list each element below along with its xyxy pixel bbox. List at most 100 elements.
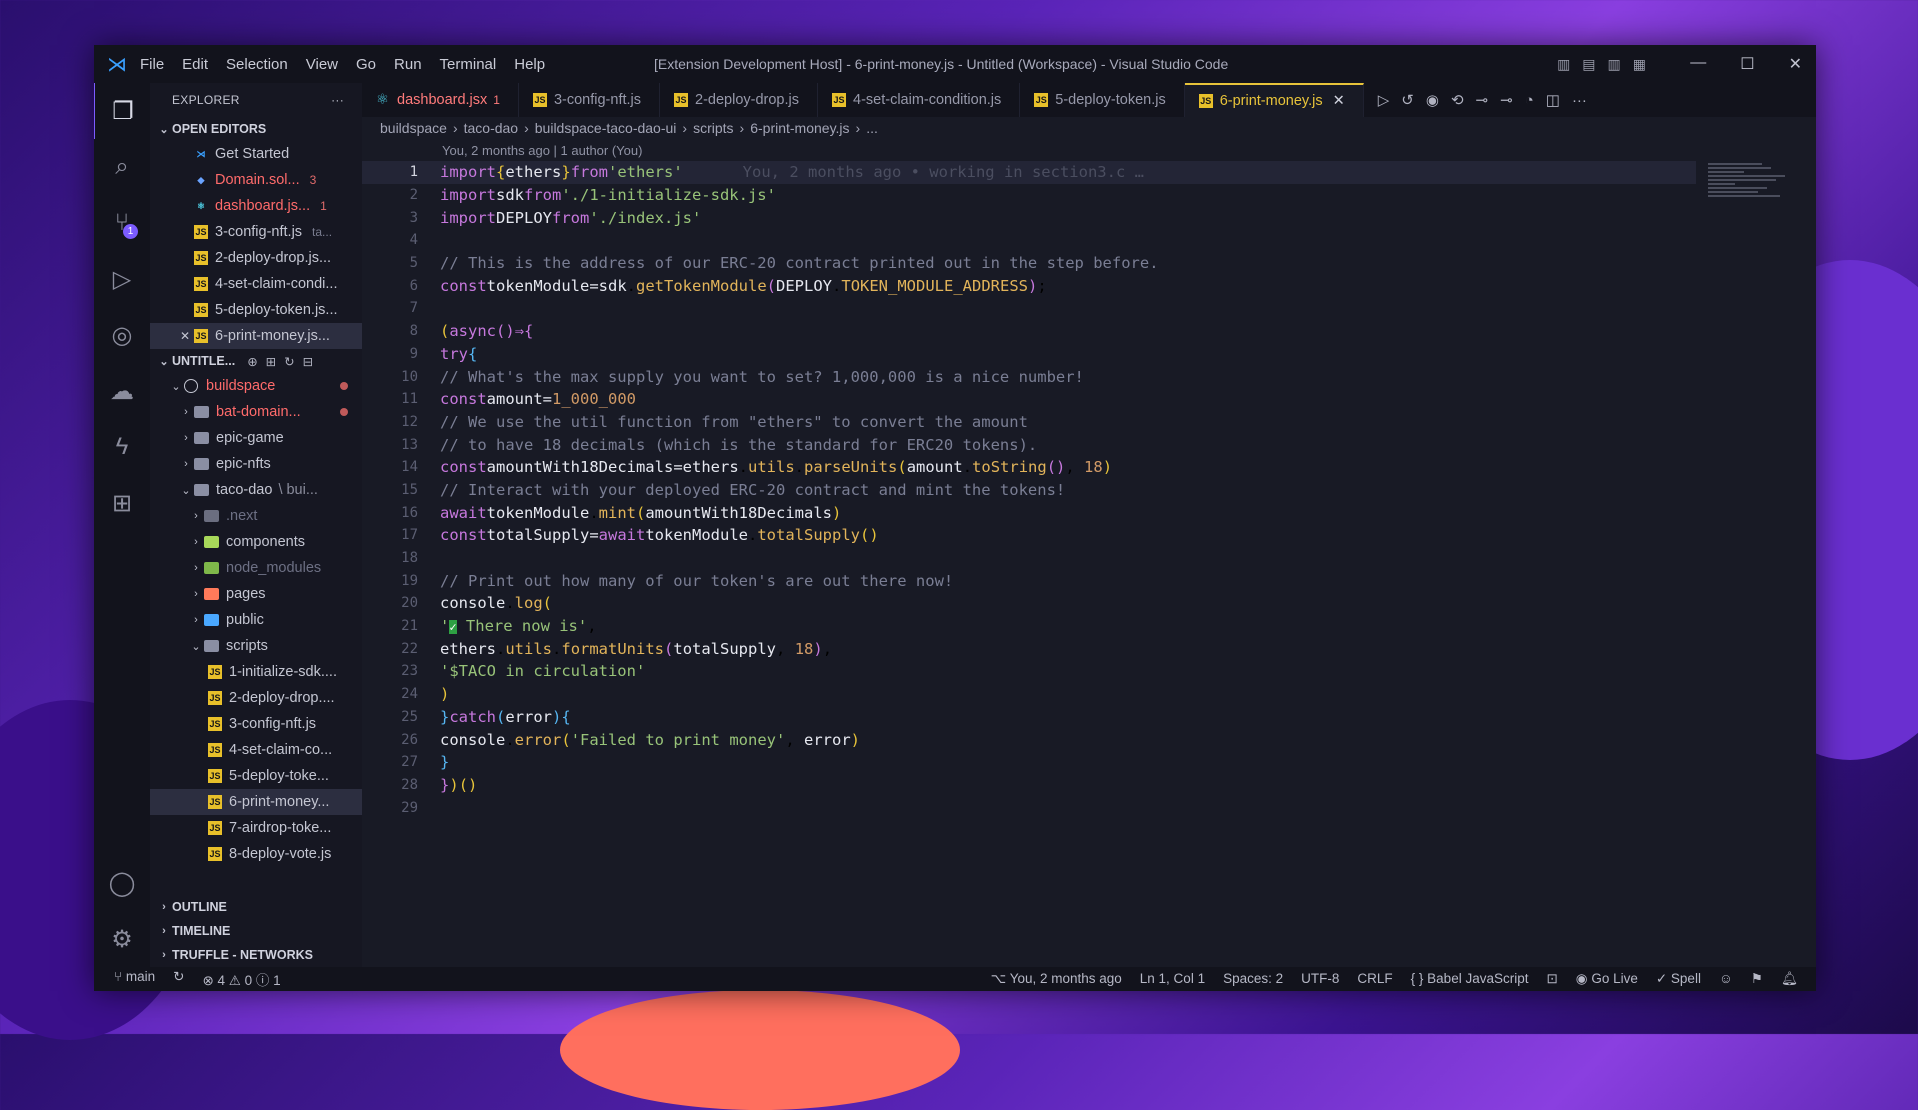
open-editor-item[interactable]: ✕ JS 6-print-money.js...: [150, 323, 362, 349]
open-editor-item[interactable]: ⋊ Get Started: [150, 141, 362, 167]
toggle-panel-icon[interactable]: ▤: [1582, 56, 1595, 73]
open-editor-item[interactable]: JS 4-set-claim-condi...: [150, 271, 362, 297]
encoding[interactable]: UTF-8: [1301, 971, 1339, 987]
sync-icon[interactable]: ↻: [173, 969, 184, 989]
tree-file-item[interactable]: JS 2-deploy-drop....: [150, 685, 362, 711]
thunder-client-icon[interactable]: ϟ: [94, 419, 150, 475]
tree-folder-item[interactable]: › epic-game: [150, 425, 362, 451]
code-editor[interactable]: 1 import { ethers } from 'ethers' You, 2 m…: [362, 161, 1696, 819]
tree-folder-item[interactable]: › node_modules: [150, 555, 362, 581]
close-window-icon[interactable]: ✕: [1789, 54, 1802, 74]
feedback-person-icon[interactable]: ⚑: [1751, 971, 1763, 987]
copilot-icon[interactable]: ☺: [1719, 971, 1733, 987]
previous-change-icon[interactable]: ⊸: [1476, 91, 1489, 109]
close-editor-icon[interactable]: ✕: [180, 329, 194, 343]
menu-item-help[interactable]: Help: [514, 56, 545, 73]
more-icon[interactable]: ···: [1572, 92, 1587, 109]
toggle-sidebar-icon[interactable]: ▥: [1557, 56, 1570, 73]
blame-status[interactable]: ⌥ You, 2 months ago: [991, 971, 1122, 987]
menu-item-edit[interactable]: Edit: [182, 56, 208, 73]
history-icon[interactable]: ↺: [1401, 91, 1414, 109]
minimap[interactable]: [1708, 161, 1798, 221]
menu-item-run[interactable]: Run: [394, 56, 422, 73]
tree-file-item[interactable]: JS 3-config-nft.js: [150, 711, 362, 737]
feedback-icon[interactable]: ⊡: [1546, 971, 1557, 987]
split-editor-icon[interactable]: ◫: [1546, 91, 1560, 109]
breadcrumb-item[interactable]: scripts: [693, 120, 733, 136]
branch-indicator[interactable]: ⑂ main: [114, 969, 155, 989]
breadcrumb-item[interactable]: 6-print-money.js: [750, 120, 849, 136]
minimize-icon[interactable]: —: [1690, 54, 1706, 74]
search-icon[interactable]: ⌕: [94, 139, 150, 195]
settings-gear-icon[interactable]: ⚙: [94, 911, 150, 967]
menu-item-file[interactable]: File: [140, 56, 164, 73]
breadcrumb-item[interactable]: buildspace: [380, 120, 447, 136]
tab-5-deploy-token-js[interactable]: JS 5-deploy-token.js: [1020, 83, 1185, 117]
open-editor-item[interactable]: JS 5-deploy-token.js...: [150, 297, 362, 323]
problems-indicator[interactable]: ⊗ 4 ⚠ 0 ⓘ 1: [202, 969, 280, 989]
remote-explorer-icon[interactable]: ☁: [94, 363, 150, 419]
tree-folder-item[interactable]: ⌄ buildspace: [150, 373, 362, 399]
open-editor-item[interactable]: ◆ Domain.sol... 3: [150, 167, 362, 193]
code-lens-blame[interactable]: You, 2 months ago | 1 author (You): [362, 139, 1816, 161]
tree-folder-item[interactable]: › pages: [150, 581, 362, 607]
breadcrumb-item[interactable]: buildspace-taco-dao-ui: [535, 120, 677, 136]
menu-item-selection[interactable]: Selection: [226, 56, 288, 73]
tree-folder-item[interactable]: › .next: [150, 503, 362, 529]
workspace-actions-icons[interactable]: ⊕⊞↻⊟: [247, 354, 321, 369]
tree-folder-item[interactable]: › bat-domain...: [150, 399, 362, 425]
spell-checker[interactable]: ✓ Spell: [1656, 971, 1701, 987]
next-change-icon[interactable]: ⊸: [1500, 91, 1513, 109]
open-editor-item[interactable]: ⚛ dashboard.js... 1: [150, 193, 362, 219]
source-control-icon[interactable]: ⑂ 1: [94, 195, 150, 251]
tab-4-set-claim-condition-js[interactable]: JS 4-set-claim-condition.js: [818, 83, 1021, 117]
more-actions-icon[interactable]: ···: [331, 93, 344, 107]
tree-folder-item[interactable]: › public: [150, 607, 362, 633]
tab-2-deploy-drop-js[interactable]: JS 2-deploy-drop.js: [660, 83, 818, 117]
customize-layout-icon[interactable]: ▦: [1633, 56, 1646, 73]
account-icon[interactable]: ◯: [94, 855, 150, 911]
timeline-section[interactable]: › TIMELINE: [150, 919, 362, 943]
workspace-section[interactable]: ⌄ UNTITLE... ⊕⊞↻⊟: [150, 349, 362, 373]
tree-folder-item[interactable]: › components: [150, 529, 362, 555]
tree-file-item[interactable]: JS 6-print-money...: [150, 789, 362, 815]
language-mode[interactable]: { } Babel JavaScript: [1411, 971, 1529, 987]
run-icon[interactable]: ▷: [1378, 91, 1390, 109]
git-icon[interactable]: ⟲: [1451, 91, 1464, 109]
tab-6-print-money-js[interactable]: JS 6-print-money.js ✕: [1184, 83, 1364, 117]
compare-icon[interactable]: ◉: [1426, 91, 1439, 109]
tree-folder-item[interactable]: ⌄ taco-dao \ bui...: [150, 477, 362, 503]
tree-file-item[interactable]: JS 5-deploy-toke...: [150, 763, 362, 789]
open-editor-item[interactable]: JS 3-config-nft.js ta...: [150, 219, 362, 245]
tree-folder-item[interactable]: › epic-nfts: [150, 451, 362, 477]
indentation[interactable]: Spaces: 2: [1223, 971, 1283, 987]
tab-3-config-nft-js[interactable]: JS 3-config-nft.js: [519, 83, 661, 117]
tree-folder-item[interactable]: ⌄ scripts: [150, 633, 362, 659]
tab-dashboard-jsx[interactable]: ⚛ dashboard.jsx 1: [362, 83, 519, 117]
git-graph-icon[interactable]: ◎: [94, 307, 150, 363]
menu-item-go[interactable]: Go: [356, 56, 376, 73]
open-editor-item[interactable]: JS 2-deploy-drop.js...: [150, 245, 362, 271]
maximize-icon[interactable]: ☐: [1740, 54, 1754, 74]
timeline-icon[interactable]: ◔: [1525, 92, 1534, 109]
truffle-networks-section[interactable]: › TRUFFLE - NETWORKS: [150, 943, 362, 967]
line-ending[interactable]: CRLF: [1357, 971, 1392, 987]
open-editors-section[interactable]: ⌄ OPEN EDITORS: [150, 117, 362, 141]
extensions-icon[interactable]: ⊞: [94, 475, 150, 531]
run-debug-icon[interactable]: ▷: [94, 251, 150, 307]
explorer-icon[interactable]: ❐: [94, 83, 151, 139]
close-tab-icon[interactable]: ✕: [1333, 93, 1345, 109]
notifications-bell-icon[interactable]: 🔔︎: [1781, 971, 1798, 987]
tree-file-item[interactable]: JS 7-airdrop-toke...: [150, 815, 362, 841]
menu-item-view[interactable]: View: [306, 56, 338, 73]
menu-item-terminal[interactable]: Terminal: [440, 56, 497, 73]
tree-file-item[interactable]: JS 4-set-claim-co...: [150, 737, 362, 763]
tree-file-item[interactable]: JS 8-deploy-vote.js: [150, 841, 362, 867]
go-live-button[interactable]: ◉ Go Live: [1576, 971, 1638, 987]
outline-section[interactable]: › OUTLINE: [150, 895, 362, 919]
breadcrumb-item[interactable]: ...: [866, 120, 878, 136]
toggle-secondary-sidebar-icon[interactable]: ▥: [1608, 56, 1621, 73]
breadcrumb-item[interactable]: taco-dao: [464, 120, 518, 136]
cursor-position[interactable]: Ln 1, Col 1: [1140, 971, 1205, 987]
tree-file-item[interactable]: JS 1-initialize-sdk....: [150, 659, 362, 685]
